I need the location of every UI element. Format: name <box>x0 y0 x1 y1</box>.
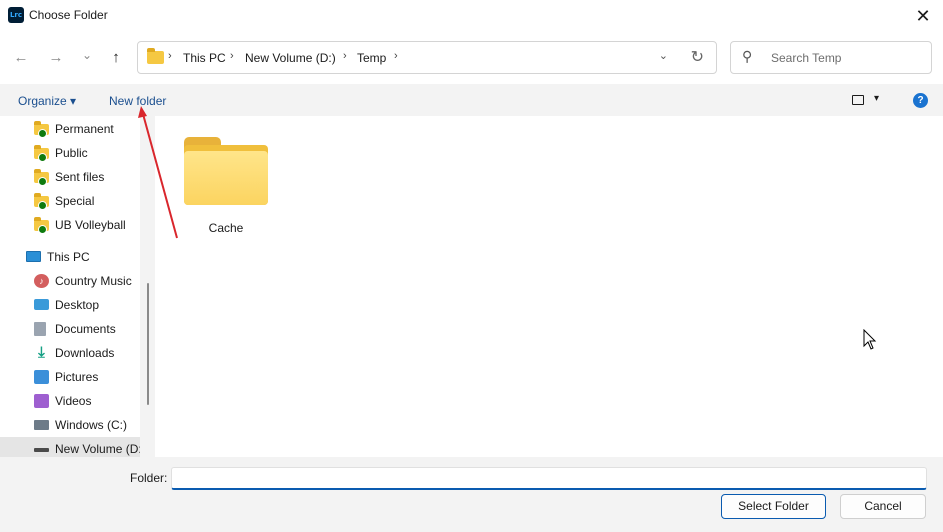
folder-synced-icon <box>34 193 49 210</box>
folder-synced-icon <box>34 169 49 186</box>
folder-name-input[interactable] <box>171 467 927 490</box>
pictures-icon <box>34 370 49 384</box>
breadcrumb-separator[interactable]: › <box>343 50 347 62</box>
sidebar-item-label: Public <box>55 146 88 160</box>
sidebar-item-label: Desktop <box>55 298 100 312</box>
view-mode-icon[interactable] <box>852 95 864 105</box>
select-folder-button[interactable]: Select Folder <box>721 494 826 519</box>
view-dropdown-icon[interactable]: ▾ <box>874 93 879 104</box>
folder-icon <box>147 48 164 64</box>
sidebar-item-pictures[interactable]: Pictures <box>0 365 140 389</box>
mouse-pointer-icon <box>863 329 877 350</box>
sidebar-scrollbar[interactable] <box>147 283 149 405</box>
chevron-down-icon[interactable]: ⌄ <box>659 49 668 62</box>
close-icon[interactable]: ✕ <box>909 2 937 30</box>
navigation-pane: Permanent Public Sent files Special UB V… <box>0 116 140 457</box>
downloads-icon: ⤓ <box>38 344 45 361</box>
breadcrumb-separator[interactable]: › <box>168 50 172 62</box>
organize-button[interactable]: Organize ▾ <box>18 94 76 108</box>
sidebar-item-new-volume-d[interactable]: New Volume (D: <box>0 437 140 457</box>
desktop-icon <box>34 299 49 310</box>
file-list-pane: Cache <box>155 116 943 457</box>
sidebar-item-country-music[interactable]: ♪ Country Music <box>0 269 140 293</box>
sidebar-item-videos[interactable]: Videos <box>0 389 140 413</box>
sidebar-item-label: Sent files <box>55 170 105 184</box>
sidebar-item-this-pc[interactable]: This PC <box>0 245 140 269</box>
search-input[interactable]: ⚲ Search Temp <box>730 41 932 74</box>
music-icon: ♪ <box>34 274 49 288</box>
sidebar-item-ub-volleyball[interactable]: UB Volleyball <box>0 213 140 237</box>
new-folder-button[interactable]: New folder <box>109 94 166 108</box>
sidebar-item-public[interactable]: Public <box>0 141 140 165</box>
folder-item-label: Cache <box>208 221 244 235</box>
back-arrow-icon[interactable]: ← <box>11 48 31 68</box>
refresh-icon[interactable]: ↻ <box>691 47 704 67</box>
sidebar-item-windows-c[interactable]: Windows (C:) <box>0 413 140 437</box>
sidebar-item-downloads[interactable]: ⤓ Downloads <box>0 341 140 365</box>
breadcrumb-temp[interactable]: Temp <box>357 51 386 65</box>
windows-drive-icon <box>34 420 49 430</box>
command-bar: Organize ▾ New folder ▾ ? <box>0 84 943 116</box>
sidebar-item-label: Permanent <box>55 122 114 136</box>
breadcrumb-this-pc[interactable]: This PC <box>183 51 226 65</box>
documents-icon <box>34 322 46 336</box>
sidebar-item-label: Downloads <box>55 346 115 360</box>
breadcrumb-separator[interactable]: › <box>230 50 234 62</box>
up-arrow-icon[interactable]: ↑ <box>106 48 126 68</box>
computer-icon <box>26 251 41 262</box>
sidebar-item-label: Special <box>55 194 95 208</box>
window-title: Choose Folder <box>29 8 108 22</box>
lightroom-app-icon: Lrc <box>8 7 24 23</box>
sidebar-item-desktop[interactable]: Desktop <box>0 293 140 317</box>
folder-field-label: Folder: <box>130 471 168 485</box>
sidebar-item-label: Pictures <box>55 370 99 384</box>
folder-icon <box>184 137 268 205</box>
cancel-button[interactable]: Cancel <box>840 494 926 519</box>
sidebar-item-label: This PC <box>47 250 90 264</box>
search-placeholder: Search Temp <box>771 51 842 65</box>
sidebar-item-documents[interactable]: Documents <box>0 317 140 341</box>
recent-locations-chevron-icon[interactable]: ⌄ <box>77 45 97 65</box>
folder-synced-icon <box>34 121 49 138</box>
address-bar[interactable]: › This PC › New Volume (D:) › Temp › ⌄ ↻ <box>137 41 717 74</box>
videos-icon <box>34 394 49 408</box>
folder-synced-icon <box>34 145 49 162</box>
navigation-bar: ← → ⌄ ↑ › This PC › New Volume (D:) › Te… <box>0 32 943 84</box>
sidebar-item-label: Country Music <box>55 274 132 288</box>
breadcrumb-new-volume[interactable]: New Volume (D:) <box>245 51 336 65</box>
search-icon: ⚲ <box>742 48 753 64</box>
sidebar-item-permanent[interactable]: Permanent <box>0 117 140 141</box>
drive-icon <box>34 448 49 452</box>
sidebar-item-label: Documents <box>55 322 116 336</box>
sidebar-item-sent-files[interactable]: Sent files <box>0 165 140 189</box>
folder-synced-icon <box>34 217 49 234</box>
forward-arrow-icon[interactable]: → <box>46 48 66 68</box>
sidebar-item-special[interactable]: Special <box>0 189 140 213</box>
dialog-footer: Folder: Select Folder Cancel <box>0 457 943 532</box>
title-bar: Lrc Choose Folder ✕ <box>0 0 943 32</box>
breadcrumb-separator[interactable]: › <box>394 50 398 62</box>
sidebar-item-label: UB Volleyball <box>55 218 126 232</box>
sidebar-item-label: New Volume (D: <box>55 442 140 456</box>
help-icon[interactable]: ? <box>913 93 928 108</box>
sidebar-item-label: Videos <box>55 394 92 408</box>
sidebar-item-label: Windows (C:) <box>55 418 128 432</box>
